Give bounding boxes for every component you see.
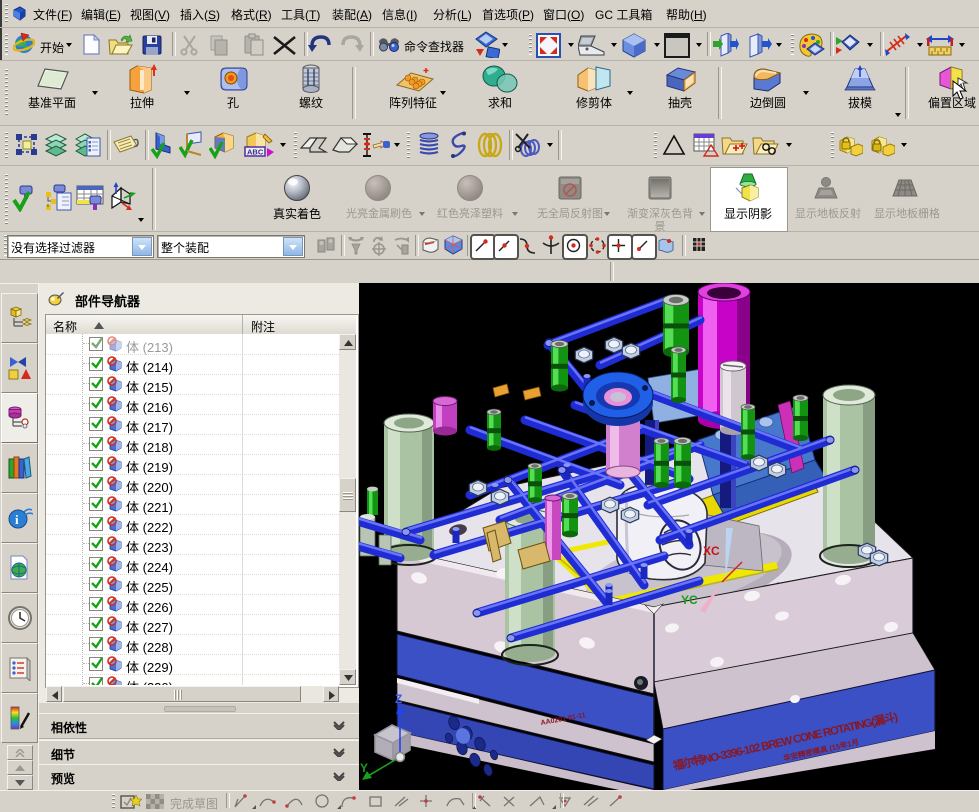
svg-text:ABC: ABC: [247, 148, 264, 157]
svg-text:Z: Z: [395, 692, 402, 706]
svg-text:YC: YC: [681, 593, 698, 607]
svg-text:XC: XC: [703, 544, 720, 558]
svg-text:i: i: [15, 512, 19, 527]
svg-text:Y: Y: [360, 761, 368, 775]
